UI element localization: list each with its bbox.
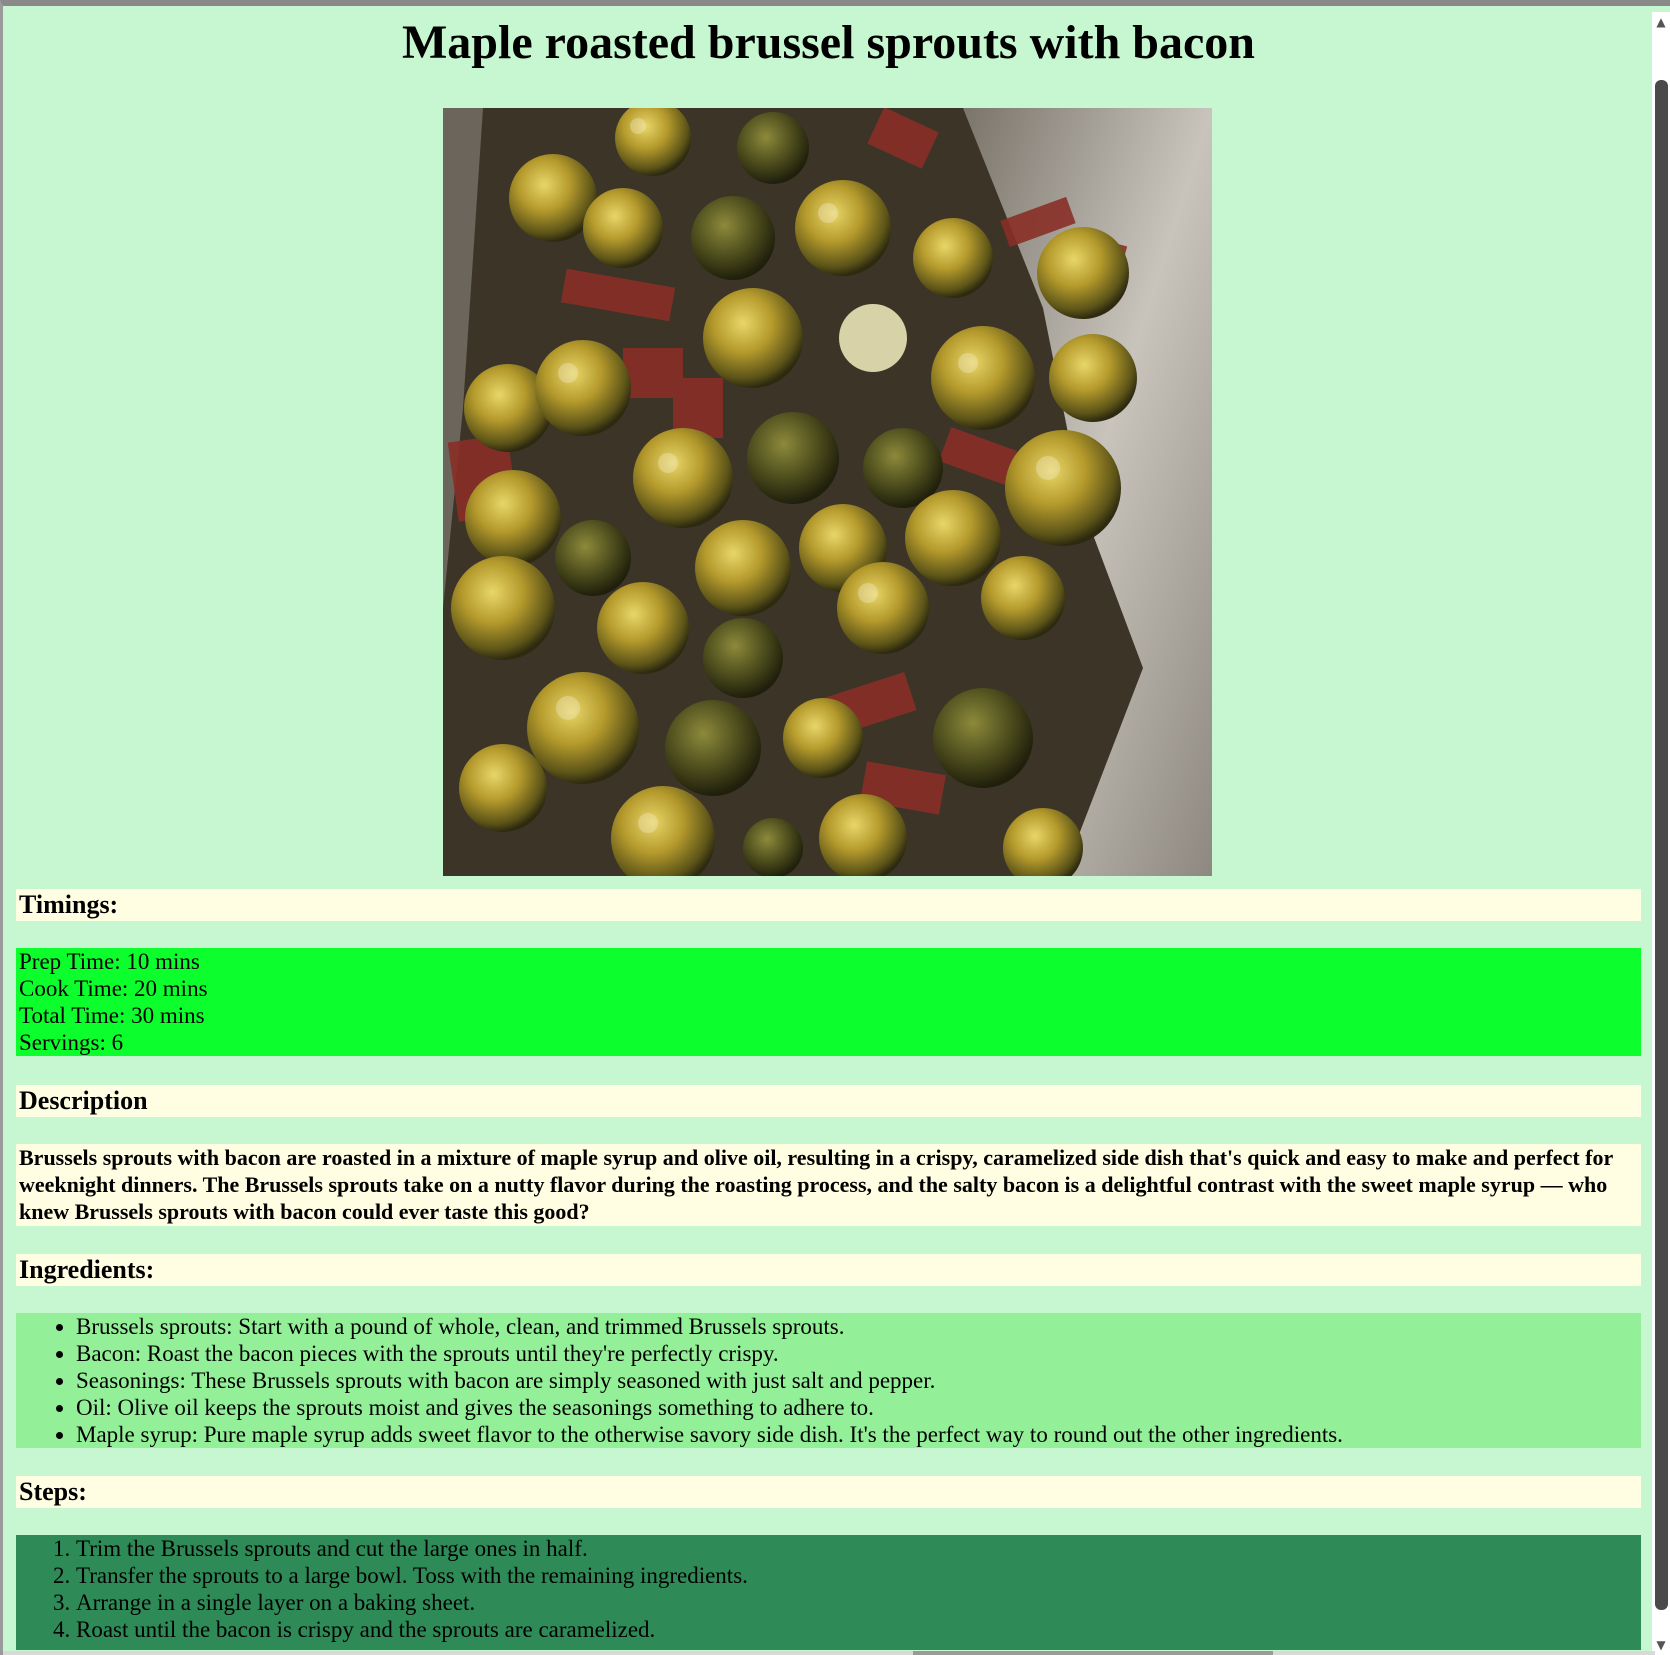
vertical-scrollbar[interactable]: ▲ ▼ — [1652, 12, 1670, 1655]
timings-heading: Timings: — [16, 889, 1641, 921]
servings: Servings: 6 — [19, 1030, 124, 1055]
list-item: Roast until the bacon is crispy and the … — [76, 1616, 1641, 1643]
list-item: Oil: Olive oil keeps the sprouts moist a… — [76, 1394, 1641, 1421]
hero-image-container — [16, 94, 1641, 876]
list-item: Bacon: Roast the bacon pieces with the s… — [76, 1340, 1641, 1367]
cook-time: Cook Time: 20 mins — [19, 976, 208, 1001]
prep-time: Prep Time: 10 mins — [19, 949, 200, 974]
page-title: Maple roasted brussel sprouts with bacon — [402, 16, 1255, 69]
description-text: Brussels sprouts with bacon are roasted … — [16, 1144, 1641, 1226]
steps-list: Trim the Brussels sprouts and cut the la… — [16, 1535, 1641, 1650]
horizontal-scrollbar[interactable] — [3, 1651, 1655, 1655]
recipe-photo-illustration — [443, 108, 1212, 876]
total-time: Total Time: 30 mins — [19, 1003, 205, 1028]
horizontal-scrollbar-thumb[interactable] — [913, 1651, 1273, 1655]
browser-viewport: Maple roasted brussel sprouts with bacon — [0, 0, 1670, 1655]
steps-heading: Steps: — [16, 1476, 1641, 1508]
list-item: Trim the Brussels sprouts and cut the la… — [76, 1535, 1641, 1562]
triangle-up-icon[interactable]: ▲ — [1654, 16, 1668, 28]
timings-panel: Prep Time: 10 mins Cook Time: 20 mins To… — [16, 948, 1641, 1056]
list-item: Transfer the sprouts to a large bowl. To… — [76, 1562, 1641, 1589]
scrollbar-thumb[interactable] — [1655, 80, 1668, 1610]
description-heading: Description — [16, 1085, 1641, 1117]
list-item: Maple syrup: Pure maple syrup adds sweet… — [76, 1421, 1641, 1448]
triangle-down-icon[interactable]: ▼ — [1654, 1639, 1668, 1651]
list-item: Seasonings: These Brussels sprouts with … — [76, 1367, 1641, 1394]
ingredients-heading: Ingredients: — [16, 1254, 1641, 1286]
list-item: Arrange in a single layer on a baking sh… — [76, 1589, 1641, 1616]
recipe-page: Maple roasted brussel sprouts with bacon — [16, 6, 1641, 1655]
ingredients-list: Brussels sprouts: Start with a pound of … — [16, 1313, 1641, 1448]
list-item: Brussels sprouts: Start with a pound of … — [76, 1313, 1641, 1340]
recipe-photo — [443, 108, 1212, 876]
